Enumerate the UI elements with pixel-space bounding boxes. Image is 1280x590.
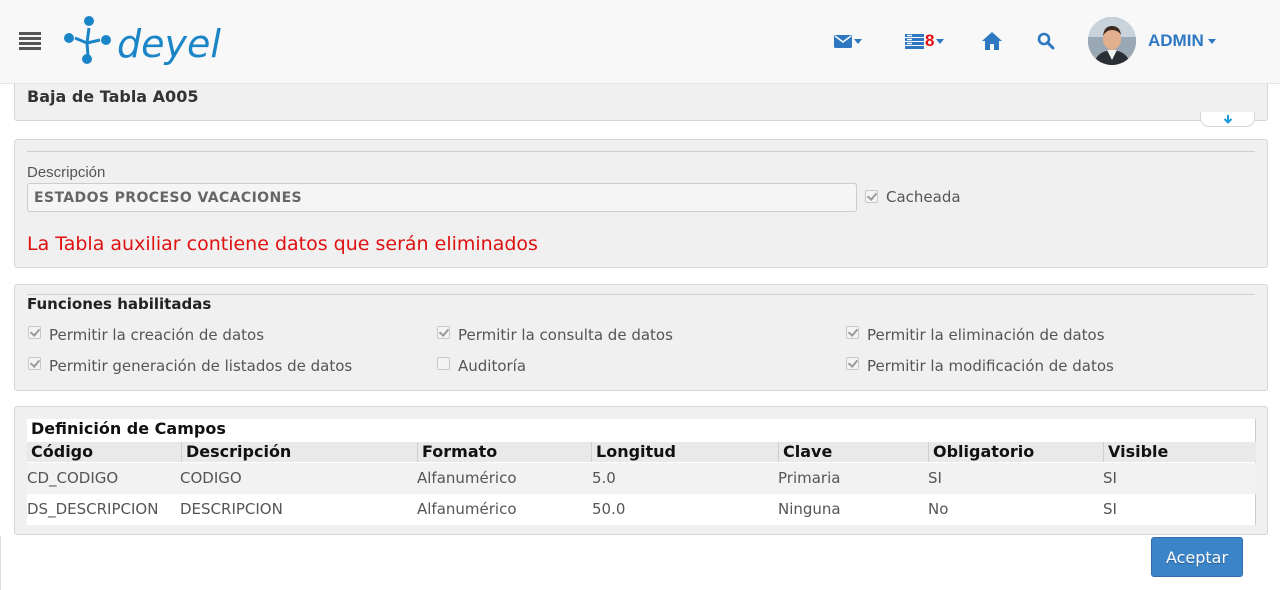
delete-data-label: Permitir la eliminación de datos [867,326,1105,344]
table-header: Código Descripción Formato Longitud Clav… [27,442,1256,462]
arrow-down-icon [1223,114,1232,124]
title-panel: Baja de Tabla A005 [14,84,1268,121]
create-data-checkbox[interactable] [28,326,41,339]
divider [27,151,1255,152]
home-button[interactable] [982,28,1002,54]
functions-title: Funciones habilitadas [27,295,212,313]
table-cell: Alfanumérico [417,469,517,487]
table-cell: No [928,500,949,518]
query-data-label: Permitir la consulta de datos [458,326,673,344]
audit-checkbox[interactable] [437,357,450,370]
column-header[interactable]: Longitud [591,442,778,462]
fields-title: Definición de Campos [31,419,226,438]
table-cell: SI [1103,500,1117,518]
description-label: Descripción [27,164,106,181]
listings-label: Permitir generación de listados de datos [49,357,353,375]
query-data-checkbox[interactable] [437,326,450,339]
warning-message: La Tabla auxiliar contiene datos que ser… [27,233,538,255]
table-cell: Primaria [778,469,841,487]
tasks-icon [905,33,924,49]
collapse-toggle[interactable] [1200,112,1255,127]
table-cell: Ninguna [778,500,841,518]
table-cell: 50.0 [592,500,626,518]
user-menu[interactable]: ADMIN [1148,31,1216,51]
delete-data-checkbox[interactable] [846,326,859,339]
table-cell: DS_DESCRIPCION [27,500,159,518]
listings-checkbox[interactable] [28,357,41,370]
table-row[interactable]: CD_CODIGO CODIGO Alfanumérico 5.0 Primar… [27,463,1256,494]
table-cell: 5.0 [592,469,616,487]
chevron-down-icon [854,38,862,44]
table-cell: CODIGO [180,469,242,487]
search-button[interactable] [1037,28,1055,54]
divider [0,536,1,590]
audit-label: Auditoría [458,357,527,375]
description-field[interactable]: ESTADOS PROCESO VACACIONES [27,183,857,212]
menu-icon[interactable] [19,32,41,51]
cached-checkbox[interactable] [865,190,878,203]
column-header[interactable]: Obligatorio [928,442,1103,462]
logo-text: deyel [117,22,221,66]
chevron-down-icon [936,38,945,44]
column-header[interactable]: Código [27,442,181,462]
column-header[interactable]: Clave [778,442,928,462]
avatar[interactable] [1088,17,1136,65]
accept-button[interactable]: Aceptar [1151,537,1243,577]
column-header[interactable]: Formato [417,442,591,462]
description-panel: Descripción ESTADOS PROCESO VACACIONES C… [14,139,1268,268]
modify-data-label: Permitir la modificación de datos [867,357,1114,375]
functions-panel: Funciones habilitadas Permitir la creaci… [14,284,1268,391]
tasks-badge: 8 [925,31,935,50]
cached-label: Cacheada [886,188,961,206]
mail-menu[interactable] [834,28,862,54]
page-title: Baja de Tabla A005 [27,87,199,106]
table-cell: SI [928,469,942,487]
home-icon [982,32,1002,50]
tasks-menu[interactable]: 8 [905,28,945,54]
divider [27,294,1255,295]
user-photo [1088,17,1136,65]
table-cell: Alfanumérico [417,500,517,518]
column-header[interactable]: Visible [1103,442,1255,462]
top-navbar: deyel 8 ADMIN [0,0,1280,84]
table-cell: CD_CODIGO [27,469,119,487]
user-name-label: ADMIN [1148,31,1204,50]
fields-panel: Definición de Campos Código Descripción … [14,406,1268,535]
chevron-down-icon [1207,38,1216,44]
create-data-label: Permitir la creación de datos [49,326,265,344]
column-header[interactable]: Descripción [181,442,417,462]
deyel-logo[interactable]: deyel [62,14,292,66]
table-row[interactable]: DS_DESCRIPCION DESCRIPCION Alfanumérico … [27,494,1256,525]
fields-table: Definición de Campos Código Descripción … [27,419,1256,525]
table-cell: DESCRIPCION [180,500,283,518]
modify-data-checkbox[interactable] [846,357,859,370]
mail-icon [834,34,852,48]
search-icon [1037,32,1055,50]
table-cell: SI [1103,469,1117,487]
